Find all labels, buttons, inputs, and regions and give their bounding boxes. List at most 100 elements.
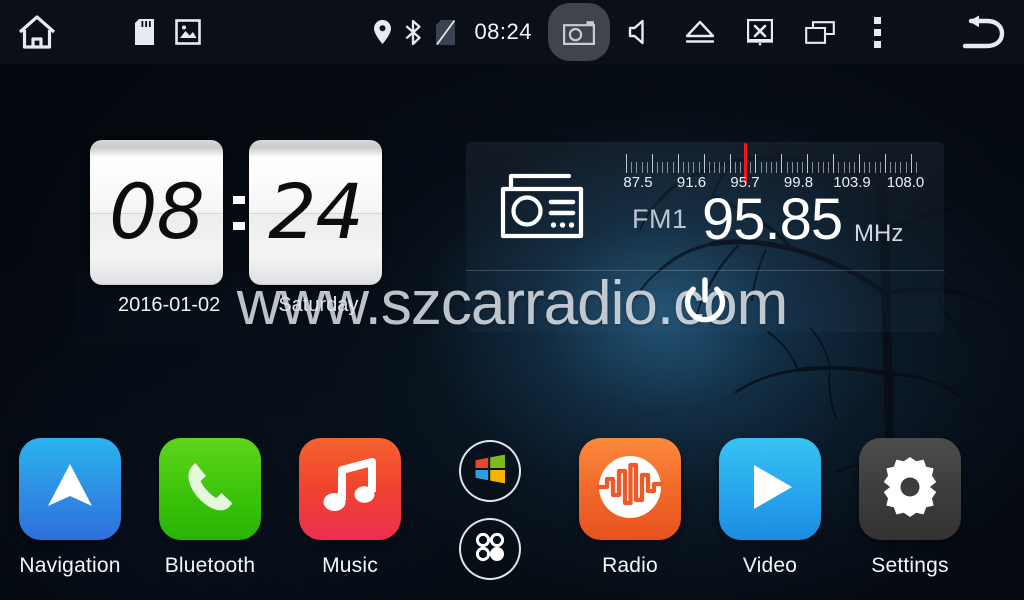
apps-grid-icon (473, 530, 507, 569)
radio-tile[interactable] (579, 438, 681, 540)
windows-logo-icon (473, 452, 507, 491)
scale-tick-minor (890, 162, 892, 173)
navigation-tile[interactable] (19, 438, 121, 540)
scale-tick-minor (682, 162, 684, 173)
scale-tick-minor (719, 162, 721, 173)
radio-scale-label: 108.0 (886, 174, 925, 191)
app-label-video: Video (742, 554, 798, 577)
screen-off-button[interactable] (730, 0, 790, 64)
scale-tick-minor (672, 162, 674, 173)
scale-tick-minor (822, 162, 824, 173)
scale-tick-minor (786, 162, 788, 173)
scale-tick-major (651, 154, 653, 173)
radio-icon (499, 166, 585, 240)
scale-tick-minor (895, 162, 897, 173)
dock-center-buttons (420, 438, 560, 580)
all-apps-button[interactable] (459, 518, 521, 580)
radio-frequency-unit: MHz (854, 220, 904, 247)
scale-tick-minor (838, 162, 840, 173)
scale-tick-major (755, 154, 757, 173)
app-label-radio: Radio (602, 554, 658, 577)
scale-tick-major (833, 154, 835, 173)
eject-button[interactable] (670, 0, 730, 64)
screenshot-button[interactable] (548, 3, 610, 61)
scale-tick-minor (698, 162, 700, 173)
app-music[interactable]: Music (280, 438, 420, 578)
radio-scale-label: 87.5 (623, 174, 653, 191)
video-tile[interactable] (719, 438, 821, 540)
app-bluetooth[interactable]: Bluetooth (140, 438, 280, 578)
scale-tick-minor (791, 162, 793, 173)
scale-tick-minor (760, 162, 762, 173)
scale-tick-minor (734, 162, 736, 173)
bluetooth-tile[interactable] (159, 438, 261, 540)
scale-tick-major (859, 154, 861, 173)
back-button[interactable] (938, 0, 1024, 64)
scale-tick-major (884, 154, 886, 173)
gps-icon (366, 0, 398, 64)
scale-tick-minor (853, 162, 855, 173)
clock-hour-value: 08 (109, 166, 205, 256)
scale-tick-minor (843, 162, 845, 173)
app-video[interactable]: Video (700, 438, 840, 578)
scale-tick-minor (688, 162, 690, 173)
clock-hour-card: 08 (90, 140, 223, 285)
clock-minute-value: 24 (268, 166, 364, 256)
sd-card-icon[interactable] (122, 0, 166, 64)
app-label-music: Music (322, 554, 378, 577)
app-navigation[interactable]: Navigation (0, 438, 140, 578)
scale-tick-minor (802, 162, 804, 173)
app-label-navigation: Navigation (19, 554, 121, 577)
clock-date: 2016-01-02 (118, 294, 221, 316)
scale-tick-minor (750, 162, 752, 173)
scale-tick-minor (646, 162, 648, 173)
clock-date-row: 2016-01-02 Saturday (74, 294, 384, 317)
scale-tick-major (807, 154, 809, 173)
scale-tick-minor (869, 162, 871, 173)
scale-tick-minor (693, 162, 695, 173)
sim-card-off-icon (428, 0, 462, 64)
radio-band-label: FM1 (632, 204, 688, 234)
scale-tick-minor (641, 162, 643, 173)
scale-tick-major (781, 154, 783, 173)
clock-weekday: Saturday (278, 294, 359, 316)
recent-apps-button[interactable] (790, 0, 850, 64)
scale-tick-minor (724, 162, 726, 173)
volume-button[interactable] (612, 0, 670, 64)
app-settings[interactable]: Settings (840, 438, 980, 578)
scale-tick-minor (874, 162, 876, 173)
scale-tick-minor (848, 162, 850, 173)
music-note-icon (320, 456, 380, 523)
app-radio[interactable]: Radio (560, 438, 700, 578)
scale-tick-minor (631, 162, 633, 173)
flip-clock[interactable]: 08 24 (90, 140, 382, 285)
settings-tile[interactable] (859, 438, 961, 540)
radio-frequency-value: 95.85 (702, 187, 843, 252)
home-icon[interactable] (0, 0, 74, 64)
app-dock: Navigation Bluetooth Music Radio Video S… (0, 438, 1024, 600)
more-options-button[interactable] (850, 0, 904, 64)
scale-tick-major (677, 154, 679, 173)
scale-tick-minor (817, 162, 819, 173)
scale-tick-minor (739, 162, 741, 173)
scale-tick-minor (827, 162, 829, 173)
scale-tick-minor (662, 162, 664, 173)
scale-tick-major (626, 154, 627, 173)
scale-tick-minor (765, 162, 767, 173)
clock-minute-card: 24 (249, 140, 382, 285)
power-button[interactable] (679, 276, 731, 328)
scale-tick-minor (900, 162, 902, 173)
play-triangle-icon (740, 457, 800, 522)
radio-scale-ticks (626, 153, 917, 173)
gallery-icon[interactable] (166, 0, 210, 64)
scale-tick-minor (864, 162, 866, 173)
scale-tick-minor (776, 162, 778, 173)
music-tile[interactable] (299, 438, 401, 540)
clock-colon (231, 140, 247, 285)
home-screen: 08:24 08 24 2016-01-02 Saturday 87.5 91.… (0, 0, 1024, 600)
radio-tuning-scale[interactable] (626, 143, 917, 183)
windows-button[interactable] (459, 440, 521, 502)
scale-tick-minor (657, 162, 659, 173)
status-bar: 08:24 (0, 0, 1024, 64)
scale-tick-minor (714, 162, 716, 173)
